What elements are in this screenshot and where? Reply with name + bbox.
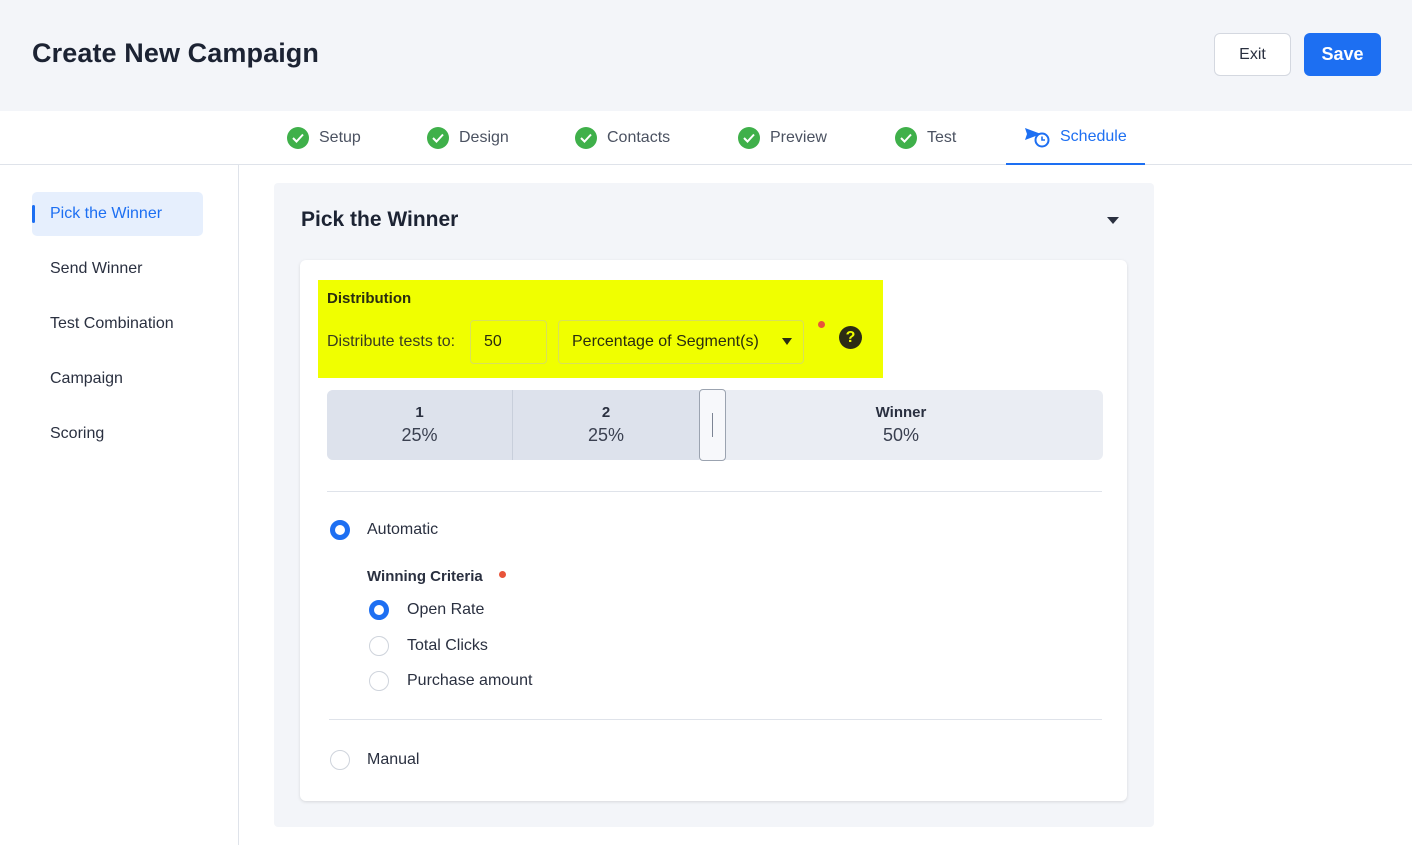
total-clicks-label: Total Clicks: [407, 637, 488, 654]
collapse-caret-icon[interactable]: [1107, 217, 1119, 224]
segment-name: 1: [415, 404, 424, 421]
winning-criteria-title: Winning Criteria: [367, 568, 483, 585]
automatic-label: Automatic: [367, 521, 439, 538]
tab-preview[interactable]: Preview: [738, 111, 827, 165]
panel-title: Pick the Winner: [301, 208, 459, 231]
divider: [327, 491, 1102, 492]
sidebar-item-pick-the-winner[interactable]: Pick the Winner: [32, 192, 203, 236]
open-rate-label: Open Rate: [407, 601, 485, 618]
tab-label: Schedule: [1060, 128, 1127, 145]
tab-label: Design: [459, 129, 509, 146]
tab-setup[interactable]: Setup: [287, 111, 361, 165]
help-question-icon[interactable]: ?: [839, 326, 862, 349]
purchase-amount-label: Purchase amount: [407, 672, 533, 689]
distribute-tests-label: Distribute tests to:: [327, 333, 456, 350]
tab-test[interactable]: Test: [895, 111, 956, 165]
pick-winner-panel: Pick the Winner Distribution Distribute …: [274, 183, 1154, 827]
split-segment-2: 2 25%: [513, 390, 699, 460]
sidebar-item-campaign[interactable]: Campaign: [32, 357, 203, 401]
tab-label: Contacts: [607, 129, 671, 146]
total-clicks-radio[interactable]: [369, 636, 389, 656]
manual-label: Manual: [367, 751, 420, 768]
sidebar-item-send-winner[interactable]: Send Winner: [32, 247, 203, 291]
segment-percent: 50%: [882, 425, 920, 445]
segment-percent: 25%: [401, 425, 438, 445]
distribute-unit-value: Percentage of Segment(s): [572, 333, 759, 350]
sidebar-item-scoring[interactable]: Scoring: [32, 412, 203, 456]
tab-label: Test: [927, 129, 957, 146]
send-clock-icon: [1024, 126, 1050, 148]
save-button[interactable]: Save: [1304, 33, 1381, 76]
step-tabs: Setup Design Contacts Preview Test Sched…: [0, 111, 1412, 165]
segment-percent: 25%: [587, 425, 625, 445]
purchase-amount-radio[interactable]: [369, 671, 389, 691]
distribution-section: Distribution Distribute tests to: 50 Per…: [318, 280, 883, 378]
split-segment-winner: Winner 50%: [699, 390, 1103, 460]
sidebar-item-test-combination[interactable]: Test Combination: [32, 302, 203, 346]
required-indicator-icon: [818, 321, 825, 328]
distribution-title: Distribution: [327, 290, 412, 307]
exit-button[interactable]: Exit: [1214, 33, 1291, 76]
automatic-radio[interactable]: [330, 520, 350, 540]
split-drag-handle[interactable]: [699, 389, 726, 461]
tab-label: Setup: [319, 129, 361, 146]
manual-radio[interactable]: [330, 750, 350, 770]
tab-schedule[interactable]: Schedule: [1006, 111, 1145, 165]
check-circle-icon: [427, 127, 449, 149]
open-rate-radio[interactable]: [369, 600, 389, 620]
required-indicator-icon: [499, 571, 506, 578]
segment-name: Winner: [875, 404, 927, 421]
segment-name: 2: [601, 404, 611, 421]
page-title: Create New Campaign: [32, 38, 319, 68]
check-circle-icon: [575, 127, 597, 149]
check-circle-icon: [287, 127, 309, 149]
distribution-split-bar: 1 25% 2 25% Winner 50%: [327, 389, 1103, 461]
sidebar: Pick the Winner Send Winner Test Combina…: [0, 165, 239, 845]
tab-label: Preview: [770, 129, 827, 146]
check-circle-icon: [738, 127, 760, 149]
distribute-value-input[interactable]: 50: [470, 320, 547, 364]
page-header: Create New Campaign Exit Save: [0, 0, 1412, 111]
distribute-unit-select[interactable]: Percentage of Segment(s): [558, 320, 804, 364]
pick-winner-card: Distribution Distribute tests to: 50 Per…: [300, 260, 1127, 801]
split-segment-1: 1 25%: [327, 390, 513, 460]
tab-design[interactable]: Design: [427, 111, 509, 165]
check-circle-icon: [895, 127, 917, 149]
tab-contacts[interactable]: Contacts: [575, 111, 670, 165]
divider: [329, 719, 1102, 720]
chevron-down-icon: [782, 338, 792, 345]
